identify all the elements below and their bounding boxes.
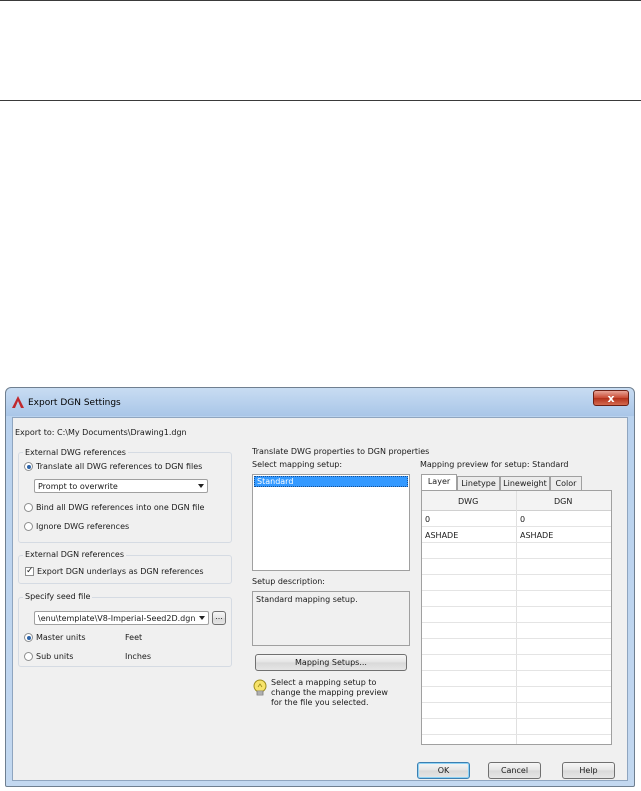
window-title: Export DGN Settings [28,398,121,408]
hint-line-1: Select a mapping setup to [271,678,377,687]
column-header-dgn: DGN [554,497,573,506]
cancel-button[interactable]: Cancel [488,762,541,779]
table-row-empty [422,607,611,623]
mapping-setup-list[interactable]: Standard [252,474,410,571]
table-row-empty [422,543,611,559]
mapping-setups-button[interactable]: Mapping Setups... [255,654,407,671]
cell-dgn: 0 [520,515,526,524]
seed-file-title: Specify seed file [23,592,93,601]
radio-ignore-label: Ignore DWG references [36,522,130,531]
tab-color-label: Color [555,479,577,488]
external-dgn-title: External DGN references [23,550,126,559]
chevron-down-icon [198,484,204,488]
overwrite-select-value: Prompt to overwrite [38,482,118,491]
table-row-empty [422,639,611,655]
radio-master-units[interactable] [24,633,33,642]
radio-ignore[interactable] [24,522,33,531]
table-row-empty [422,575,611,591]
cancel-label: Cancel [500,766,529,775]
list-item-label: Standard [257,477,294,486]
lightbulb-icon [253,679,267,696]
seed-file-path: \enu\template\V8-Imperial-Seed2D.dgn [38,614,196,623]
tab-color[interactable]: Color [550,476,582,490]
radio-sub-units[interactable] [24,652,33,661]
tab-lineweight-label: Lineweight [503,479,547,488]
radio-translate[interactable] [24,462,33,471]
browse-button[interactable]: ... [212,611,226,625]
sub-units-label: Sub units [36,652,74,661]
tab-layer[interactable]: Layer [421,474,457,490]
master-units-label: Master units [36,633,86,642]
underlay-checkbox[interactable]: ✓ [25,567,34,576]
help-label: Help [579,766,598,775]
browse-label: ... [215,612,223,621]
help-button[interactable]: Help [562,762,615,779]
radio-translate-label: Translate all DWG references to DGN file… [36,462,203,471]
master-units-value: Feet [125,633,143,642]
close-button[interactable]: x [593,390,629,406]
mapping-setups-label: Mapping Setups... [295,658,367,667]
translate-title: Translate DWG properties to DGN properti… [252,447,430,456]
mapping-preview-table[interactable]: DWG DGN 0 0 ASHADE ASHADE [421,490,612,745]
hint-line-2: change the mapping preview [271,688,388,697]
chevron-down-icon [199,616,205,620]
sub-units-value: Inches [125,652,151,661]
table-row-empty [422,719,611,735]
title-bar[interactable]: Export DGN Settings x [6,388,634,418]
list-item-standard[interactable]: Standard [254,476,408,487]
table-row-empty [422,591,611,607]
ok-label: OK [437,766,450,775]
select-mapping-label: Select mapping setup: [252,460,343,469]
table-row-empty [422,671,611,687]
overwrite-select[interactable]: Prompt to overwrite [34,479,208,493]
external-dwg-title: External DWG references [23,448,128,457]
column-header-dwg: DWG [458,497,479,506]
tab-layer-label: Layer [427,477,451,486]
cell-dwg: ASHADE [425,531,459,540]
setup-description-label: Setup description: [252,577,326,586]
section-rule [0,100,641,101]
autocad-app-icon [12,396,24,408]
checkmark-icon: ✓ [26,566,34,576]
table-row[interactable]: ASHADE ASHADE [422,527,611,543]
radio-bind[interactable] [24,503,33,512]
preview-title: Mapping preview for setup: Standard [420,460,569,469]
table-row-empty [422,703,611,719]
hint-line-3: for the file you selected. [271,698,369,707]
tab-lineweight[interactable]: Lineweight [500,476,550,490]
underlay-checkbox-label: Export DGN underlays as DGN references [37,567,204,576]
setup-description-box: Standard mapping setup. [252,591,410,646]
tab-linetype[interactable]: Linetype [457,476,500,490]
close-icon: x [607,392,615,405]
seed-file-select[interactable]: \enu\template\V8-Imperial-Seed2D.dgn [34,611,209,625]
export-path: Export to: C:\My Documents\Drawing1.dgn [15,428,187,437]
tab-linetype-label: Linetype [461,479,496,488]
table-row[interactable]: 0 0 [422,511,611,527]
top-rule [0,0,641,1]
cell-dgn: ASHADE [520,531,554,540]
ok-button[interactable]: OK [417,762,470,779]
setup-description-text: Standard mapping setup. [256,595,358,604]
table-row-empty [422,623,611,639]
radio-bind-label: Bind all DWG references into one DGN fil… [36,503,205,512]
table-row-empty [422,687,611,703]
cell-dwg: 0 [425,515,431,524]
table-row-empty [422,559,611,575]
table-row-empty [422,655,611,671]
